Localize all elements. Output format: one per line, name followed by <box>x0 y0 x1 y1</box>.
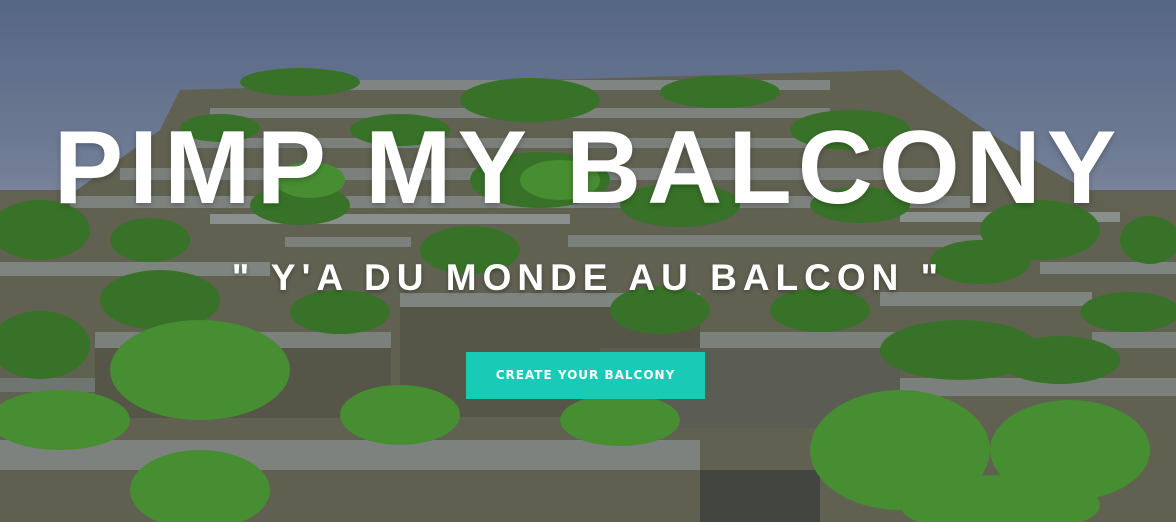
hero-section: PIMP MY BALCONY " Y'A DU MONDE AU BALCON… <box>0 0 1176 522</box>
hero-title: PIMP MY BALCONY <box>53 110 1123 226</box>
hero-subtitle: " Y'A DU MONDE AU BALCON " <box>231 257 945 298</box>
hero-content: PIMP MY BALCONY " Y'A DU MONDE AU BALCON… <box>0 0 1176 522</box>
create-your-balcony-button[interactable]: CREATE YOUR BALCONY <box>466 352 705 399</box>
